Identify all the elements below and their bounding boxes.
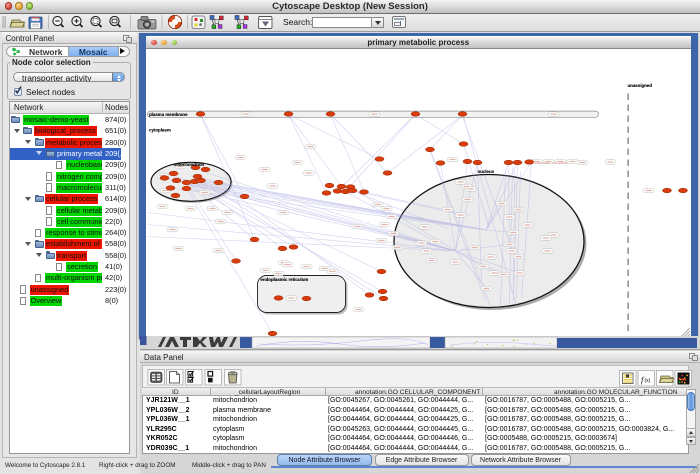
svg-text:unassigned: unassigned [627,83,652,88]
svg-text:(x): (x) [645,378,651,384]
svg-text:mitochondrion: mitochondrion [173,162,204,167]
svg-text:cytoplasm: cytoplasm [149,127,171,132]
svg-text:YDR384C YKL120W: YDR384C YKL120W [534,160,567,164]
svg-text:plasma membrane: plasma membrane [149,111,188,116]
svg-text:nucleus: nucleus [477,169,494,174]
svg-text:endoplasmic reticulum: endoplasmic reticulum [260,277,308,282]
